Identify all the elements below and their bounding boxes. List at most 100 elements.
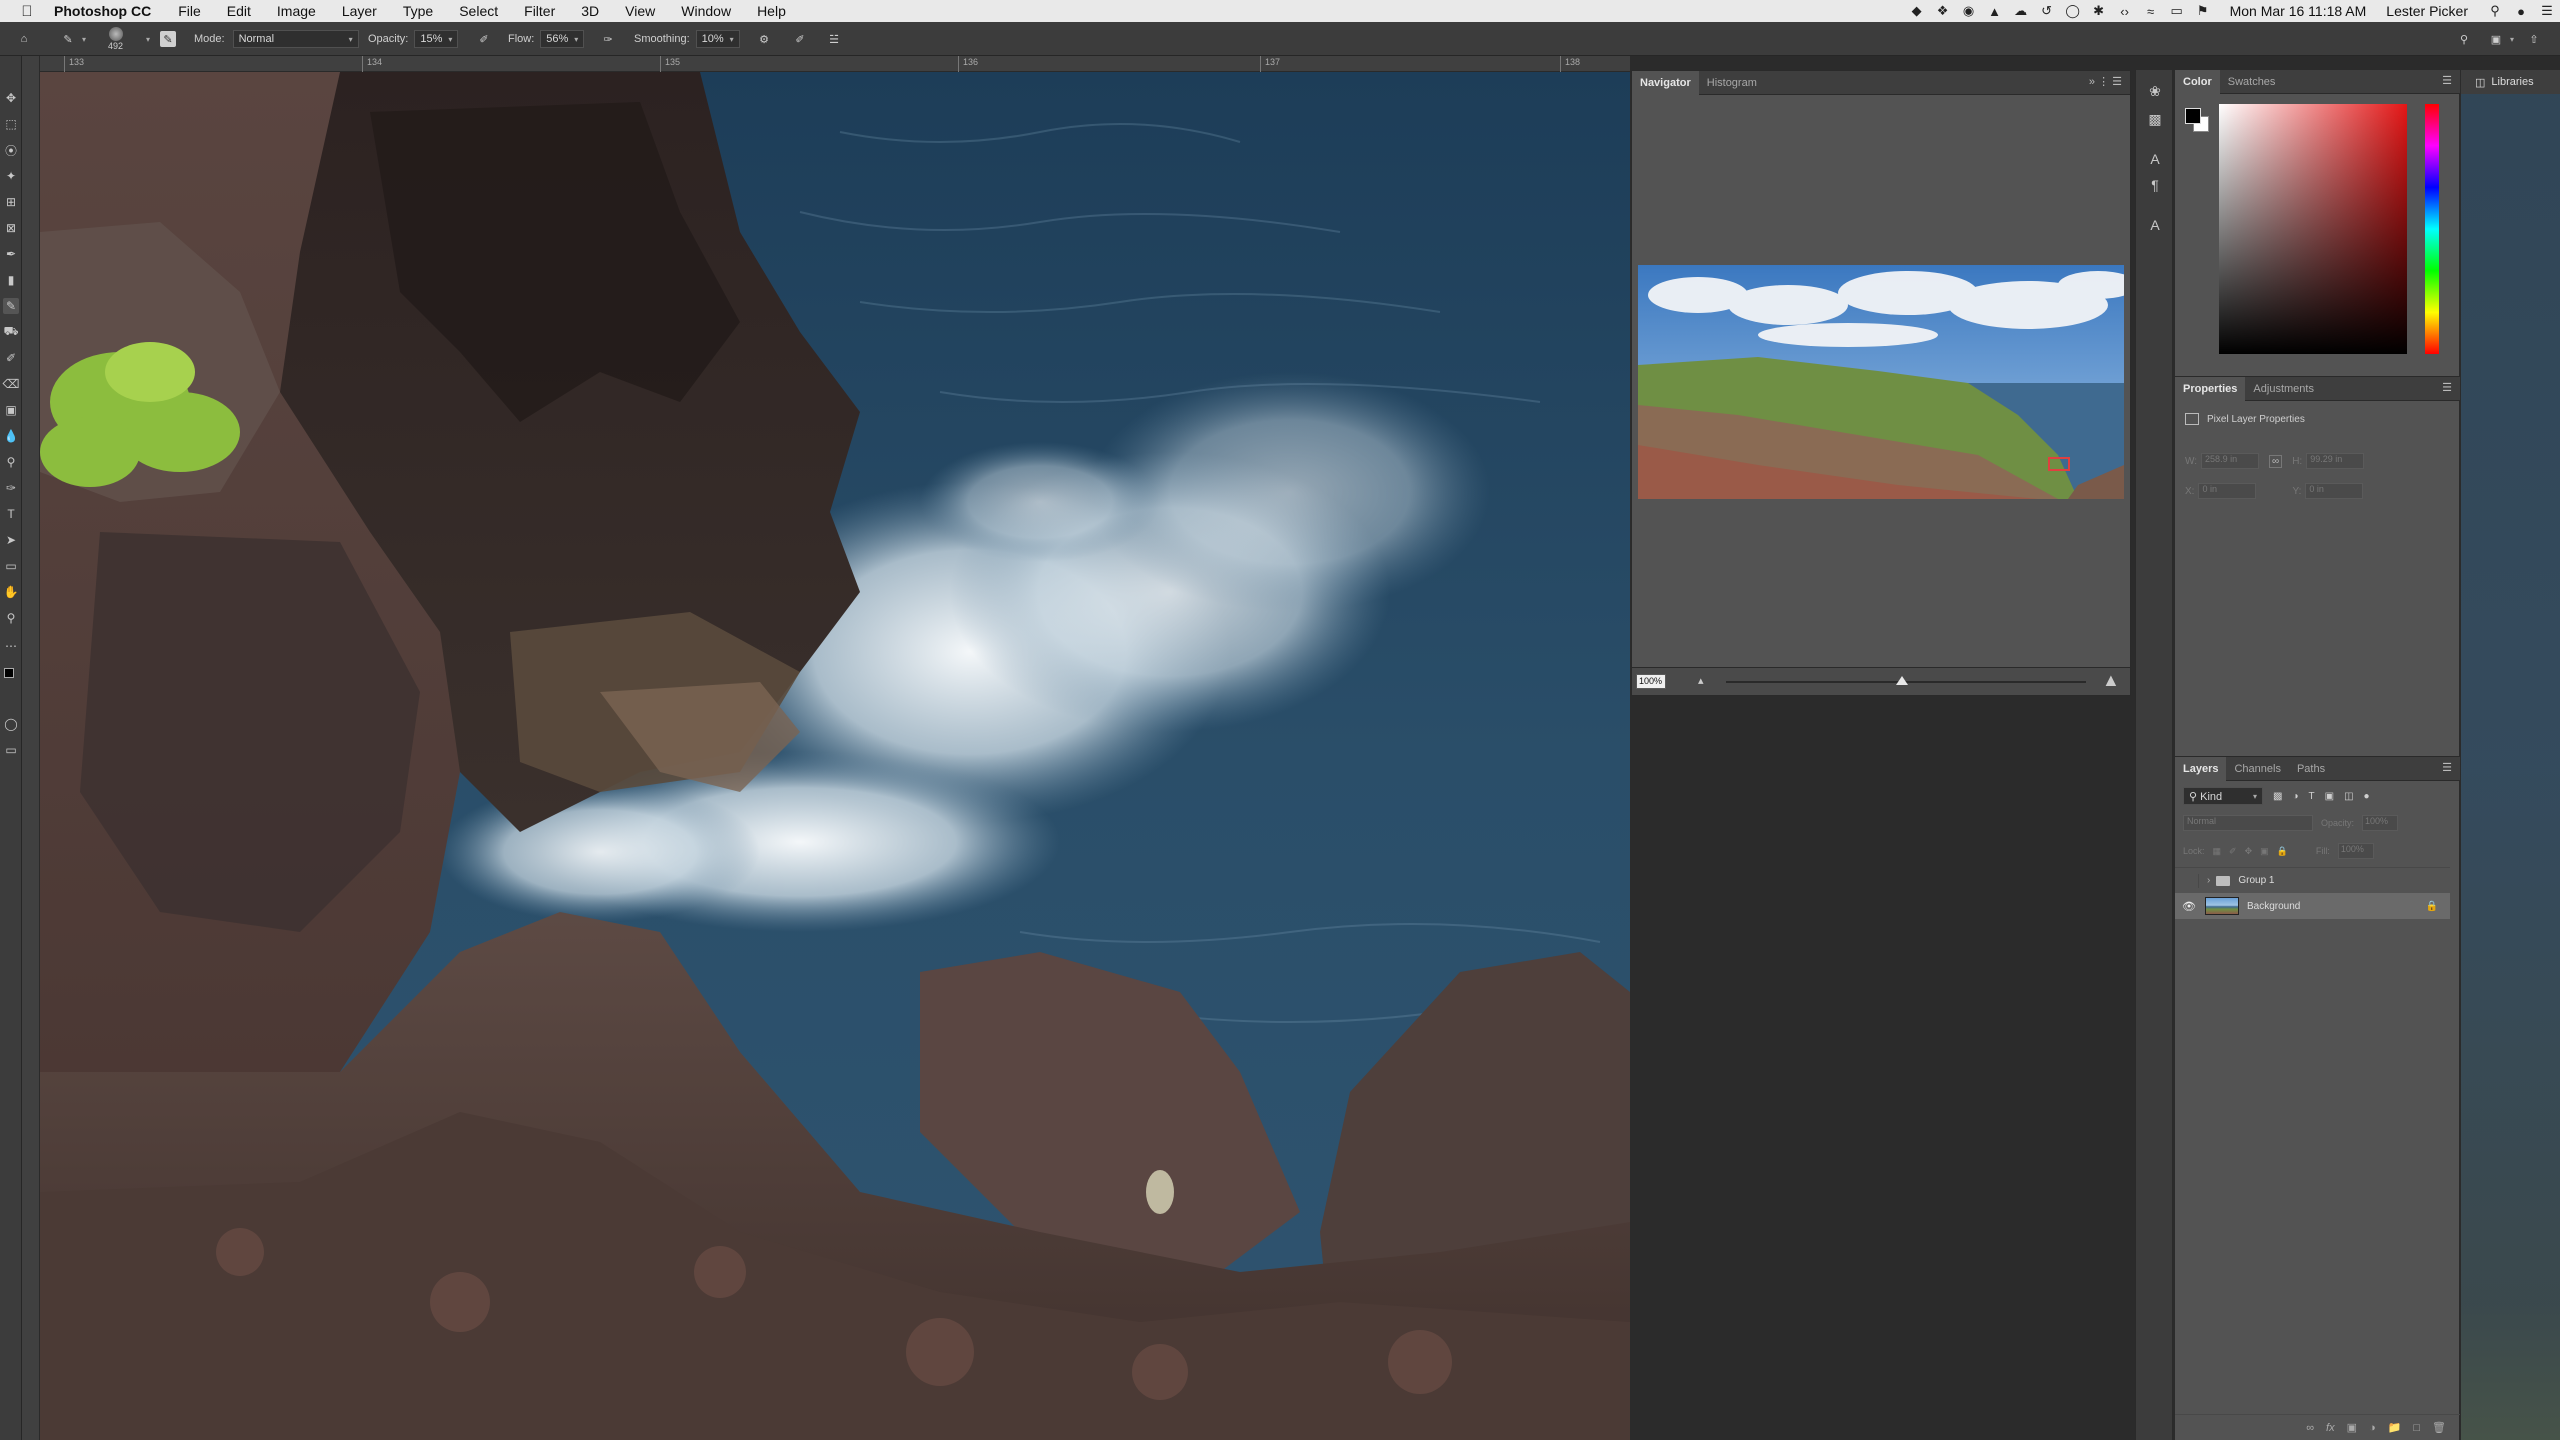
flag-icon[interactable]: ⚑ bbox=[2190, 0, 2216, 22]
fill-field[interactable]: 100% bbox=[2337, 843, 2374, 859]
document-canvas[interactable] bbox=[40, 72, 1630, 1440]
vertical-ruler[interactable] bbox=[22, 56, 40, 1440]
move-tool-icon[interactable]: ✥ bbox=[3, 90, 19, 106]
foreground-color-swatch[interactable] bbox=[4, 668, 14, 678]
lock-image-icon[interactable]: ✐ bbox=[2229, 846, 2237, 857]
visibility-toggle[interactable] bbox=[2179, 873, 2199, 888]
new-group-icon[interactable]: 📁 bbox=[2388, 1421, 2402, 1434]
airbrush-icon[interactable]: ✑ bbox=[598, 29, 618, 49]
new-layer-icon[interactable]: □ bbox=[2413, 1422, 2420, 1434]
zoom-in-icon[interactable]: ▲ bbox=[2102, 670, 2120, 691]
tab-color[interactable]: Color bbox=[2175, 69, 2220, 94]
more-tools-icon[interactable]: ⋯ bbox=[3, 638, 19, 654]
search-icon[interactable]: ⚲ bbox=[2454, 29, 2474, 49]
layer-row-background[interactable]: 👁 Background 🔒 bbox=[2175, 893, 2450, 919]
spotlight-icon[interactable]: ⚲ bbox=[2482, 0, 2508, 22]
brush-picker-caret-icon[interactable]: ▾ bbox=[146, 35, 150, 44]
filter-pixel-icon[interactable]: ▩ bbox=[2273, 791, 2282, 802]
lasso-tool-icon[interactable]: ⦿ bbox=[3, 142, 19, 158]
clone-stamp-tool-icon[interactable]: ⛟ bbox=[3, 324, 19, 340]
fx-icon[interactable]: fx bbox=[2326, 1422, 2335, 1434]
menu-window[interactable]: Window bbox=[668, 3, 744, 19]
crop-tool-icon[interactable]: ⊞ bbox=[3, 194, 19, 210]
tool-preset-caret-icon[interactable]: ▾ bbox=[82, 35, 86, 44]
filter-type-icon[interactable]: T bbox=[2309, 791, 2315, 802]
expand-arrow-icon[interactable]: › bbox=[2207, 875, 2210, 886]
screen-mode-icon[interactable]: ▭ bbox=[3, 742, 19, 758]
menu-help[interactable]: Help bbox=[744, 3, 799, 19]
tab-paths[interactable]: Paths bbox=[2289, 757, 2333, 781]
menu-type[interactable]: Type bbox=[390, 3, 446, 19]
zoom-field[interactable]: 100% bbox=[1636, 674, 1666, 689]
eye-icon[interactable]: 👁 bbox=[2179, 900, 2199, 913]
tab-swatches[interactable]: Swatches bbox=[2220, 70, 2284, 94]
layer-row-group[interactable]: › Group 1 bbox=[2175, 867, 2450, 893]
menu-view[interactable]: View bbox=[612, 3, 668, 19]
zoom-slider-thumb[interactable] bbox=[1896, 676, 1908, 685]
navigator-panel-icon[interactable]: ❀ bbox=[2146, 82, 2164, 100]
tab-navigator[interactable]: Navigator bbox=[1632, 70, 1699, 95]
y-field[interactable]: 0 in bbox=[2305, 483, 2364, 499]
tab-histogram[interactable]: Histogram bbox=[1699, 71, 1765, 95]
tab-layers[interactable]: Layers bbox=[2175, 756, 2227, 781]
tab-channels[interactable]: Channels bbox=[2226, 757, 2288, 781]
brush-tool-icon[interactable]: ✎ bbox=[3, 298, 19, 314]
siri-icon[interactable]: ● bbox=[2508, 0, 2534, 22]
symmetry-icon[interactable]: ☱ bbox=[824, 29, 844, 49]
link-dimensions-icon[interactable]: ∞ bbox=[2269, 454, 2283, 468]
chevron-down-icon[interactable]: ▾ bbox=[2510, 35, 2514, 44]
lock-all-icon[interactable]: 🔒 bbox=[2277, 846, 2288, 857]
menu-filter[interactable]: Filter bbox=[511, 3, 568, 19]
menu-edit[interactable]: Edit bbox=[214, 3, 264, 19]
adjustment-layer-icon[interactable]: ◑ bbox=[2369, 1422, 2376, 1434]
eraser-tool-icon[interactable]: ⌫ bbox=[3, 376, 20, 392]
tab-adjustments[interactable]: Adjustments bbox=[2245, 377, 2322, 401]
smoothing-field[interactable]: 10% ▾ bbox=[695, 30, 740, 48]
hue-slider[interactable] bbox=[2425, 104, 2439, 354]
eyedropper-tool-icon[interactable]: ✒ bbox=[3, 246, 19, 262]
zoom-tool-icon[interactable]: ⚲ bbox=[3, 610, 19, 626]
dropbox-icon[interactable]: ❖ bbox=[1930, 0, 1956, 22]
hand-tool-icon[interactable]: ✋ bbox=[3, 584, 19, 600]
sync-icon[interactable]: ◯ bbox=[2060, 0, 2086, 22]
smoothing-settings-gear-icon[interactable]: ⚙ bbox=[754, 29, 774, 49]
paragraph-panel-icon[interactable]: ¶ bbox=[2146, 176, 2164, 194]
navigator-thumbnail[interactable] bbox=[1638, 265, 2124, 499]
app-menu[interactable]: Photoshop CC bbox=[54, 3, 165, 19]
histogram-panel-icon[interactable]: ▩ bbox=[2146, 110, 2164, 128]
filter-adjustment-icon[interactable]: ◑ bbox=[2292, 791, 2298, 802]
menu-file[interactable]: File bbox=[165, 3, 214, 19]
code-icon[interactable]: ‹› bbox=[2112, 0, 2138, 22]
h-field[interactable]: 99.29 in bbox=[2306, 453, 2365, 469]
filter-smart-object-icon[interactable]: ◫ bbox=[2344, 791, 2353, 802]
pressure-opacity-icon[interactable]: ✐ bbox=[474, 29, 494, 49]
menu-3d[interactable]: 3D bbox=[568, 3, 612, 19]
rectangle-tool-icon[interactable]: ▭ bbox=[3, 558, 19, 574]
menu-image[interactable]: Image bbox=[264, 3, 329, 19]
apple-icon[interactable]:  bbox=[0, 3, 54, 20]
horizontal-ruler[interactable]: 133 134 135 136 137 138 bbox=[40, 56, 1630, 72]
mode-dropdown[interactable]: Normal ▾ bbox=[232, 30, 359, 48]
filter-toggle-icon[interactable]: ● bbox=[2364, 791, 2370, 802]
share-icon[interactable]: ⇧ bbox=[2524, 29, 2544, 49]
type-tool-icon[interactable]: T bbox=[3, 506, 19, 522]
view-proxy-rectangle[interactable] bbox=[2048, 457, 2070, 471]
creative-cloud-icon[interactable]: ◉ bbox=[1956, 0, 1982, 22]
wifi-icon[interactable]: ≈ bbox=[2138, 0, 2164, 22]
gradient-tool-icon[interactable]: ▣ bbox=[3, 402, 19, 418]
flow-field[interactable]: 56% ▾ bbox=[540, 30, 585, 48]
menu-layer[interactable]: Layer bbox=[329, 3, 390, 19]
layer-name[interactable]: Background bbox=[2247, 901, 2300, 912]
lock-position-icon[interactable]: ✥ bbox=[2245, 846, 2253, 857]
notification-center-icon[interactable]: ☰ bbox=[2534, 0, 2560, 22]
quick-mask-icon[interactable]: ◯ bbox=[3, 716, 19, 732]
drive-icon[interactable]: ▲ bbox=[1982, 0, 2008, 22]
x-field[interactable]: 0 in bbox=[2198, 483, 2257, 499]
history-brush-tool-icon[interactable]: ✐ bbox=[3, 350, 19, 366]
frame-tool-icon[interactable]: ⊠ bbox=[3, 220, 19, 236]
panel-menu-icon[interactable]: ☰ bbox=[2442, 74, 2452, 87]
bluetooth-icon[interactable]: ✱ bbox=[2086, 0, 2112, 22]
workspace-icon[interactable]: ▣ bbox=[2486, 29, 2506, 49]
brush-settings-icon[interactable]: ✎ bbox=[160, 31, 176, 47]
panel-menu-icon[interactable]: ☰ bbox=[2442, 381, 2452, 394]
